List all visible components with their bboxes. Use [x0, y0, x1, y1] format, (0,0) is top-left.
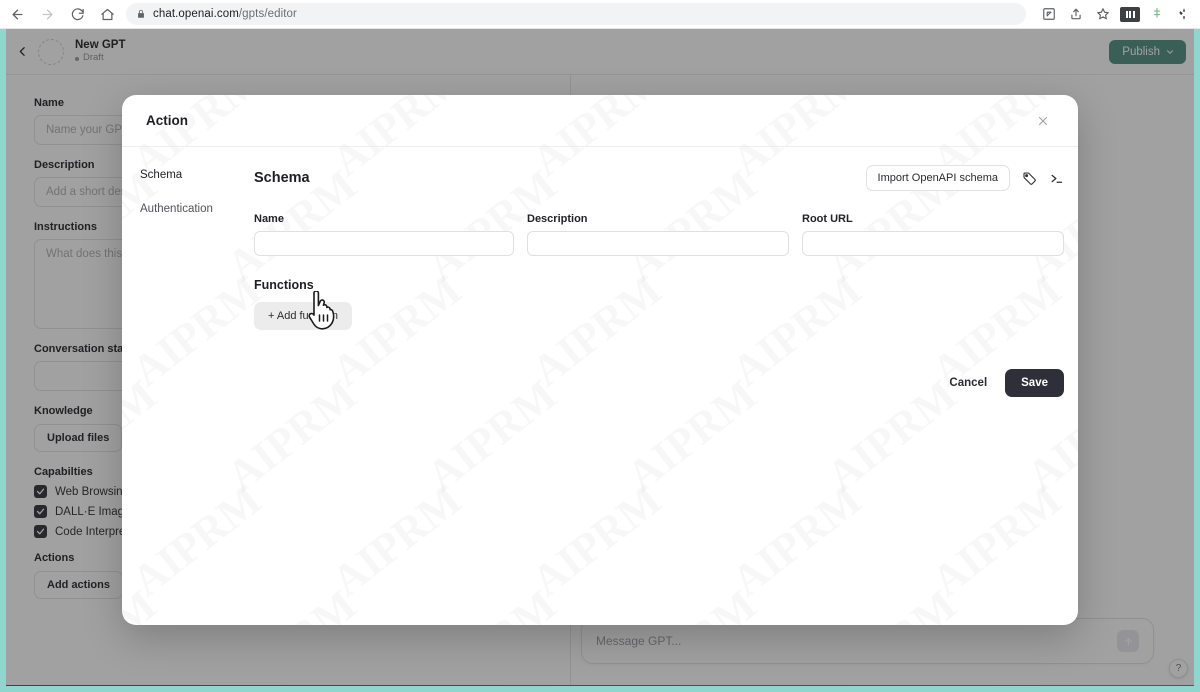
modal-main: Schema Import OpenAPI schema Name Descri… — [240, 147, 1078, 625]
back-arrow-icon[interactable] — [4, 1, 30, 27]
puzzle-extensions-icon[interactable] — [1145, 2, 1169, 26]
bookmark-star-icon[interactable] — [1091, 2, 1115, 26]
schema-heading: Schema — [254, 170, 310, 186]
modal-header: Action — [122, 95, 1078, 147]
schema-description-label: Description — [527, 213, 588, 225]
schema-root-url-label: Root URL — [802, 213, 853, 225]
modal-body: Schema Authentication Schema Import Open… — [122, 147, 1078, 625]
cancel-button[interactable]: Cancel — [949, 377, 987, 389]
schema-field-root-url: Root URL — [802, 213, 1064, 256]
url-text: chat.openai.com/gpts/editor — [153, 8, 297, 20]
profile-icon[interactable] — [1172, 2, 1196, 26]
import-openapi-schema-button[interactable]: Import OpenAPI schema — [865, 165, 1010, 191]
share-icon[interactable] — [1037, 2, 1061, 26]
schema-field-name: Name — [254, 213, 514, 256]
modal-footer: Cancel Save — [949, 369, 1064, 397]
address-bar[interactable]: chat.openai.com/gpts/editor — [126, 3, 1026, 25]
sidebar-item-schema[interactable]: Schema — [140, 169, 240, 181]
schema-name-input[interactable] — [254, 231, 514, 256]
schema-header-row: Schema Import OpenAPI schema — [254, 165, 1064, 191]
extension-pin-icon[interactable] — [1118, 2, 1142, 26]
sidebar-item-authentication[interactable]: Authentication — [140, 203, 240, 215]
save-button[interactable]: Save — [1005, 369, 1064, 397]
browser-toolbar: chat.openai.com/gpts/editor — [0, 0, 1200, 29]
url-host: chat.openai.com — [153, 8, 239, 20]
schema-name-label: Name — [254, 213, 284, 225]
close-icon[interactable] — [1032, 110, 1054, 132]
home-icon[interactable] — [94, 1, 120, 27]
toolbar-right-icons — [1034, 2, 1200, 26]
upload-icon[interactable] — [1064, 2, 1088, 26]
reload-icon[interactable] — [64, 1, 90, 27]
modal-title: Action — [146, 113, 188, 128]
modal-sidebar: Schema Authentication — [122, 147, 240, 625]
schema-field-description: Description — [527, 213, 789, 256]
forward-arrow-icon[interactable] — [34, 1, 60, 27]
examples-tag-icon[interactable] — [1022, 171, 1037, 186]
schema-fields-row: Name Description Root URL — [254, 213, 1064, 256]
browser-window: chat.openai.com/gpts/editor New GPT Draf… — [0, 0, 1200, 692]
functions-heading: Functions — [254, 278, 314, 292]
url-path: /gpts/editor — [238, 8, 297, 20]
terminal-code-icon[interactable] — [1049, 171, 1064, 186]
add-function-button[interactable]: + Add function — [254, 302, 353, 330]
schema-root-url-input[interactable] — [802, 231, 1064, 256]
lock-icon — [136, 9, 146, 19]
schema-description-input[interactable] — [527, 231, 789, 256]
schema-header-actions: Import OpenAPI schema — [865, 165, 1064, 191]
action-modal: AIPRMAIPRMAIPRMAIPRMAIPRMAIPRMAIPRMAIPRM… — [122, 95, 1078, 625]
